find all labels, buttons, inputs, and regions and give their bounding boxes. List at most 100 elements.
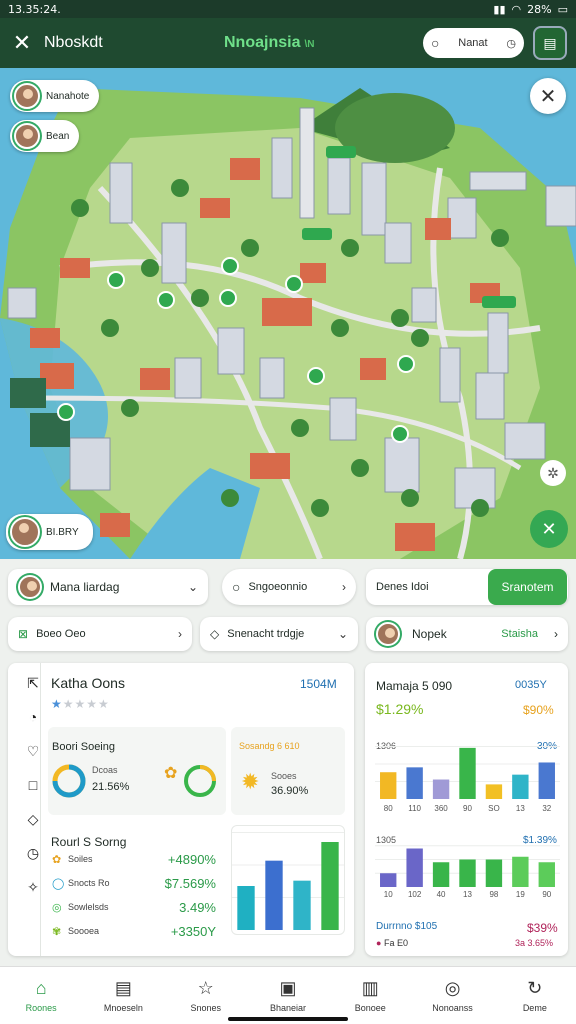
date-filter-value: Denes Idoi [376,581,429,593]
tick-label: 19 [516,890,525,899]
tag-icon: ◇ [210,627,220,641]
chat-icon: ◎ [444,978,461,998]
tick-label: 13 [516,804,525,813]
search-input[interactable]: ○ Sngoeonnio › [222,569,356,605]
metric-label: Snocts Ro [68,878,110,888]
chart-bar [321,842,339,930]
heart-icon[interactable]: ♡ [18,743,48,760]
star-icon: ☆ [197,978,214,998]
status-bar: 13.35:24. ▮▮ ◠ 28% ▭ [0,0,576,18]
footer-right: $39% [527,921,558,935]
card-title: Mamaja 5 090 [376,679,453,693]
person-selector[interactable]: Nopek Staisha › [366,617,568,651]
section-title: Sosandg 6 610 [239,741,300,751]
battery-icon: ▭ [557,2,568,16]
top-search-button[interactable]: ○ Nanat ◷ [423,28,524,58]
nav-item-label: Deme [522,1003,547,1013]
stats-card-left: ⇱ ◔ ♡ □ ◇ ◷ ✧ Katha Oons 1504M ★★★★★ Boo… [8,663,354,956]
chevron-down-icon: ⌄ [337,627,348,641]
home-indicator [228,1017,348,1021]
metric-label: Soiles [68,854,93,864]
chart-bar [432,779,450,799]
sun-value: 36.90% [271,785,309,797]
chart-bar [459,747,476,799]
battery-level: 28% [527,2,552,16]
nav-item-label: Bonoee [354,1003,386,1013]
dot-icon: ● [376,938,382,948]
chart-bar [512,774,529,799]
bar-chart-1: 80 110 360 90 SO 13 32 [375,746,560,813]
compass-icon: ✲ [547,464,559,481]
wifi-icon: ◠ [511,2,522,16]
footer-sub-left: ● Fa E0 [376,938,408,948]
settings-icon[interactable]: ✧ [18,879,48,896]
nav-item[interactable]: ⌂ Roones [0,967,82,1024]
tick-label: 90 [463,804,472,813]
tick-label: 90 [542,890,551,899]
tick-label: 102 [408,890,422,899]
progress-gauge [184,765,216,797]
card-value: 0035Y [515,679,547,691]
chart-bar [406,767,423,799]
metric-value: +3350Y [170,924,216,939]
chart-bar [538,762,555,799]
share-icon[interactable]: ⇱ [18,675,48,692]
map-close-button[interactable]: ✕ [530,78,566,114]
metric-icon: ✾ [52,926,62,938]
mini-bar-chart [231,825,345,935]
tick-label: 110 [408,804,421,813]
chevron-right-icon: › [342,580,346,594]
apply-button[interactable]: Sranotem [488,569,567,605]
metric-label: Sowlelsds [68,902,109,912]
mini-bar-chart-svg [232,832,344,930]
map-user-chip-label: Bean [46,130,70,142]
section-title: Boori Soeing [52,741,115,753]
nav-item[interactable]: ↻ Deme [494,967,576,1024]
close-icon: ✕ [539,85,557,108]
nav-item[interactable]: ▤ Mnoeseln [82,967,164,1024]
timer-icon[interactable]: ◔ [18,709,48,725]
signal-icon: ▮▮ [493,2,506,16]
tag-icon[interactable]: ◇ [18,811,48,828]
metric-value: +4890% [167,852,216,867]
metric-icon: ✿ [52,854,62,866]
sun-label: Sooes [271,771,297,781]
pct-left: $1.29% [376,701,424,717]
avatar [18,575,42,599]
tick-label: 13 [463,890,472,899]
map-navigate-button[interactable]: ✲ [540,460,566,486]
area-filter[interactable]: ◇ Snenacht trdgje ⌄ [200,617,358,651]
app-subtitle: Nnoajnsia \N [224,34,314,52]
user-select-value: Mana liardag [50,580,120,594]
user-select[interactable]: Mana liardag ⌄ [8,569,208,605]
gauge-label: Dcoas [92,765,118,775]
area-filter-label: Snenacht trdgje [227,628,305,640]
chevron-right-icon: › [554,627,558,641]
nav-item[interactable]: ◎ Nonoanss [411,967,493,1024]
category-chip[interactable]: ⊠ Boeo Oeo › [8,617,192,651]
map-action-button[interactable]: ✕ [530,510,568,548]
map-user-chip[interactable]: Nanahote [10,80,100,112]
top-search-label: Nanat [458,37,488,49]
nav-item[interactable]: ▣ Bhaneiar [247,967,329,1024]
map-user-chip[interactable]: BI.BRY [6,514,93,550]
square-icon[interactable]: □ [18,777,48,793]
chart-bar [293,880,311,930]
map-user-chip[interactable]: Bean [10,120,80,152]
sun-icon: ✹ [241,769,260,794]
chart-bar [538,862,555,887]
wallet-button[interactable]: ▤ [533,26,567,60]
nav-item[interactable]: ▥ Bonoee [329,967,411,1024]
search-input-value: Sngoeonnio [248,581,308,593]
city-map[interactable]: Nanahote Bean BI.BRY ✕ ✲ ✕ [0,68,576,559]
chart-bar [380,873,397,887]
tick-label: 32 [542,804,551,813]
nav-item-label: Mnoeseln [103,1003,143,1013]
gauge-panel: Boori Soeing Dcoas 21.56% ✿ [48,727,226,815]
nav-item[interactable]: ☆ Snones [165,967,247,1024]
chart-bar [485,859,503,887]
clock-icon[interactable]: ◷ [18,845,48,862]
bar-chart-2: 10 102 40 13 98 19 90 [375,845,560,899]
close-icon[interactable]: ✕ [0,30,44,56]
tick-label: 10 [384,890,393,899]
